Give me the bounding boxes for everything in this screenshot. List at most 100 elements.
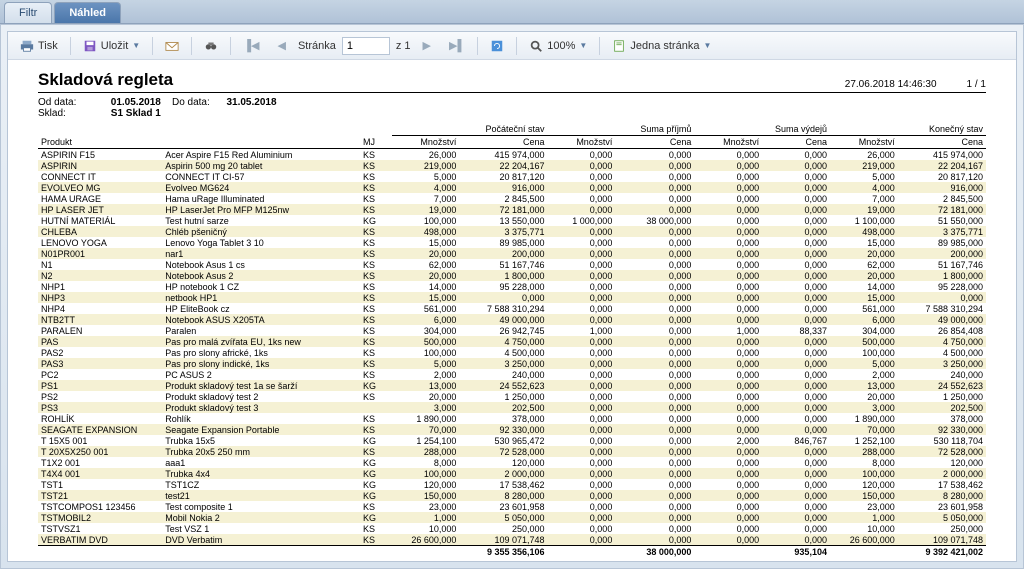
page-label: Stránka <box>298 40 336 52</box>
from-date-label: Od data: <box>38 97 108 108</box>
last-icon: ▶▌ <box>449 39 465 52</box>
chevron-down-icon: ▼ <box>579 41 587 50</box>
table-row: PS3Produkt skladový test 33,000202,5000,… <box>38 402 986 413</box>
to-date-value: 31.05.2018 <box>226 97 276 108</box>
page-layout-button[interactable]: Jedna stránka ▼ <box>606 37 717 55</box>
table-row: PAS3Pas pro slony indické, 1ksKS5,0003 2… <box>38 358 986 369</box>
col-open-qty: Množství <box>392 136 460 149</box>
mail-icon <box>165 39 179 53</box>
report-table: Počáteční stav Suma příjmů Suma výdejů K… <box>38 123 986 557</box>
col-mj: MJ <box>360 136 392 149</box>
table-row: TSTVSZ1Test VSZ 1KS10,000250,0000,0000,0… <box>38 523 986 534</box>
to-date-label: Do data: <box>172 97 210 108</box>
table-row: PC2PC ASUS 2KS2,000240,0000,0000,0000,00… <box>38 369 986 380</box>
table-row: PAS2Pas pro slony africké, 1ksKS100,0004… <box>38 347 986 358</box>
table-row: NTB2TTNotebook ASUS X205TAKS6,00049 000,… <box>38 314 986 325</box>
total-open: 9 355 356,106 <box>459 546 547 558</box>
print-label: Tisk <box>38 40 58 52</box>
from-date-value: 01.05.2018 <box>111 97 161 108</box>
refresh-button[interactable] <box>484 37 510 55</box>
warehouse-value: S1 Sklad 1 <box>111 108 161 119</box>
save-button[interactable]: Uložit ▼ <box>77 37 146 55</box>
total-in: 38 000,000 <box>615 546 694 558</box>
zoom-label: 100% <box>547 40 575 52</box>
col-open-price: Cena <box>459 136 547 149</box>
table-row: SEAGATE EXPANSIONSeagate Expansion Porta… <box>38 424 986 435</box>
col-out-price: Cena <box>762 136 830 149</box>
table-row: TST1TST1CZKG120,00017 538,4620,0000,0000… <box>38 479 986 490</box>
first-icon: ▐◀ <box>243 39 259 52</box>
table-row: NHP3netbook HP1KS15,0000,0000,0000,0000,… <box>38 292 986 303</box>
zoom-icon <box>529 39 543 53</box>
table-row: EVOLVEO MGEvolveo MG624KS4,000916,0000,0… <box>38 182 986 193</box>
table-row: HUTNÍ MATERIÁLTest hutní sarzeKG100,0001… <box>38 215 986 226</box>
preview-inner: Tisk Uložit ▼ ▐◀ ◀ Stránka z 1 ▶ ▶▌ <box>7 31 1017 562</box>
binocular-icon <box>204 39 218 53</box>
group-out: Suma výdejů <box>694 123 830 136</box>
prev-page-button[interactable]: ◀ <box>271 37 291 54</box>
page-of-label: z 1 <box>396 40 411 52</box>
table-row: CHLEBAChléb pšeničnýKS498,0003 375,7710,… <box>38 226 986 237</box>
page-icon <box>612 39 626 53</box>
table-row: ASPIRINAspirin 500 mg 20 tabletKS219,000… <box>38 160 986 171</box>
save-icon <box>83 39 97 53</box>
total-out: 935,104 <box>762 546 830 558</box>
report-title: Skladová regleta <box>38 70 173 90</box>
table-row: NHP4HP EliteBook czKS561,0007 588 310,29… <box>38 303 986 314</box>
col-in-price: Cena <box>615 136 694 149</box>
table-row: T4X4 001Trubka 4x4KG100,0002 000,0000,00… <box>38 468 986 479</box>
first-page-button[interactable]: ▐◀ <box>237 37 265 54</box>
preview-panel: Tisk Uložit ▼ ▐◀ ◀ Stránka z 1 ▶ ▶▌ <box>0 24 1024 569</box>
table-row: VERBATIM DVDDVD VerbatimKS26 600,000109 … <box>38 534 986 546</box>
table-row: T1X2 001aaa1KG8,000120,0000,0000,0000,00… <box>38 457 986 468</box>
tab-preview[interactable]: Náhled <box>54 2 121 23</box>
report-page: Skladová regleta 27.06.2018 14:46:30 1 /… <box>38 70 986 557</box>
table-row: HP LASER JETHP LaserJet Pro MFP M125nwKS… <box>38 204 986 215</box>
table-row: TSTMOBIL2Mobil Nokia 2KG1,0005 050,0000,… <box>38 512 986 523</box>
table-row: TSTCOMPOS1 123456Test composite 1KS23,00… <box>38 501 986 512</box>
table-row: ASPIRIN F15Acer Aspire F15 Red Aluminium… <box>38 149 986 161</box>
table-row: N2Notebook Asus 2KS20,0001 800,0000,0000… <box>38 270 986 281</box>
table-row: T 15X5 001Trubka 15x5KG1 254,100530 965,… <box>38 435 986 446</box>
table-row: PS2Produkt skladový test 2KS20,0001 250,… <box>38 391 986 402</box>
print-button[interactable]: Tisk <box>14 37 64 55</box>
table-row: CONNECT ITCONNECT IT CI-57KS5,00020 817,… <box>38 171 986 182</box>
page-input[interactable] <box>342 37 390 55</box>
col-in-qty: Množství <box>548 136 616 149</box>
group-open: Počáteční stav <box>392 123 548 136</box>
chevron-down-icon: ▼ <box>703 41 711 50</box>
table-row: T 20X5X250 001Trubka 20x5 250 mmKS288,00… <box>38 446 986 457</box>
printer-icon <box>20 39 34 53</box>
last-page-button[interactable]: ▶▌ <box>443 37 471 54</box>
table-row: NHP1HP notebook 1 CZKS14,00095 228,0000,… <box>38 281 986 292</box>
table-row: ROHLÍKRohlíkKS1 890,000378,0000,0000,000… <box>38 413 986 424</box>
table-row: PS1Produkt skladový test 1a se šaržíKG13… <box>38 380 986 391</box>
table-row: N1Notebook Asus 1 csKS62,00051 167,7460,… <box>38 259 986 270</box>
next-page-button[interactable]: ▶ <box>417 37 437 54</box>
col-close-qty: Množství <box>830 136 898 149</box>
group-close: Konečný stav <box>830 123 986 136</box>
one-page-label: Jedna stránka <box>630 40 699 52</box>
chevron-down-icon: ▼ <box>132 41 140 50</box>
col-out-qty: Množství <box>694 136 762 149</box>
save-label: Uložit <box>101 40 129 52</box>
table-row: N01PR001nar1KS20,000200,0000,0000,0000,0… <box>38 248 986 259</box>
warehouse-label: Sklad: <box>38 108 108 119</box>
find-button[interactable] <box>198 37 224 55</box>
prev-icon: ◀ <box>277 39 285 52</box>
report-generated: 27.06.2018 14:46:30 <box>845 79 937 90</box>
group-in: Suma příjmů <box>548 123 695 136</box>
total-close: 9 392 421,002 <box>898 546 986 558</box>
tab-filter[interactable]: Filtr <box>4 2 52 23</box>
refresh-icon <box>490 39 504 53</box>
tab-bar: Filtr Náhled <box>0 0 1024 24</box>
col-close-price: Cena <box>898 136 986 149</box>
toolbar: Tisk Uložit ▼ ▐◀ ◀ Stránka z 1 ▶ ▶▌ <box>8 32 1016 60</box>
table-row: PARALENParalenKS304,00026 942,7451,0000,… <box>38 325 986 336</box>
zoom-button[interactable]: 100% ▼ <box>523 37 593 55</box>
email-button[interactable] <box>159 37 185 55</box>
report-viewport[interactable]: Skladová regleta 27.06.2018 14:46:30 1 /… <box>8 60 1016 561</box>
report-page-info: 1 / 1 <box>967 79 986 90</box>
next-icon: ▶ <box>423 39 431 52</box>
col-product: Produkt <box>38 136 360 149</box>
